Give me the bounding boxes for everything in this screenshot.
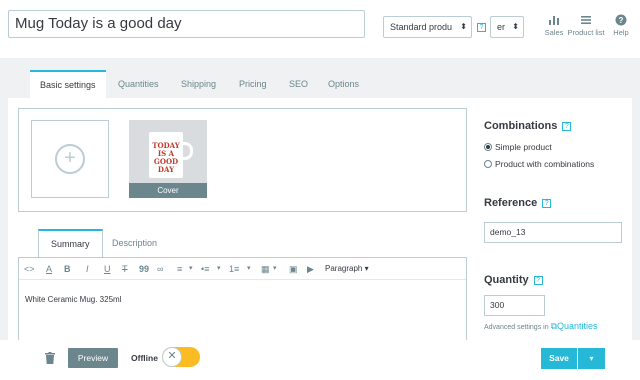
- trash-icon[interactable]: [45, 352, 55, 364]
- align-icon[interactable]: ≡: [177, 263, 182, 275]
- text-color-icon[interactable]: A: [46, 263, 52, 275]
- tab-seo[interactable]: SEO: [289, 70, 308, 98]
- help-button[interactable]: ? Help: [608, 14, 634, 37]
- radio-unselected-icon: [484, 160, 492, 168]
- simple-product-label: Simple product: [495, 142, 552, 152]
- reference-heading: Reference?: [484, 197, 552, 209]
- summary-text[interactable]: White Ceramic Mug. 325ml: [25, 295, 121, 304]
- chevron-down-icon[interactable]: ▾: [247, 263, 251, 275]
- quantity-title: Quantity: [484, 274, 529, 286]
- plus-icon: +: [55, 144, 85, 174]
- advanced-settings-note: Advanced settings in ⧉Quantities: [484, 321, 598, 332]
- editor-toolbar: <> A B I U T 99 ∞ ≡ ▾ •≡ ▾ 1≡ ▾ ▦ ▾ ▣ ▶ …: [19, 258, 466, 280]
- summary-editor[interactable]: <> A B I U T 99 ∞ ≡ ▾ •≡ ▾ 1≡ ▾ ▦ ▾ ▣ ▶ …: [18, 257, 467, 340]
- product-image-thumbnail[interactable]: TODAY IS A GOOD DAY Cover: [129, 120, 207, 198]
- select-arrows-icon: ⬍: [512, 22, 519, 31]
- list-icon: [581, 16, 591, 24]
- product-list-button[interactable]: Product list: [565, 14, 607, 37]
- combinations-heading: Combinations?: [484, 120, 572, 132]
- svg-text:?: ?: [619, 16, 624, 25]
- strikethrough-icon[interactable]: T: [122, 263, 128, 275]
- media-icon[interactable]: ▶: [307, 263, 314, 275]
- language-select[interactable]: er ⬍: [490, 16, 524, 38]
- close-icon: ✕: [162, 347, 182, 367]
- help-icon[interactable]: ?: [542, 199, 552, 208]
- combinations-product-radio[interactable]: Product with combinations: [484, 159, 594, 169]
- help-label: Help: [613, 28, 629, 37]
- chevron-down-icon[interactable]: ▾: [217, 263, 221, 275]
- select-arrows-icon: ⬍: [460, 22, 467, 31]
- quantities-link[interactable]: Quantities: [557, 321, 598, 331]
- combinations-title: Combinations: [484, 120, 558, 132]
- reference-title: Reference: [484, 197, 538, 209]
- cover-label: Cover: [129, 183, 207, 198]
- quantity-heading: Quantity?: [484, 274, 543, 286]
- header-bar: Mug Today is a good day Standard produ ⬍…: [0, 0, 640, 58]
- table-icon[interactable]: ▦: [261, 263, 270, 275]
- add-image-button[interactable]: +: [31, 120, 109, 198]
- help-icon[interactable]: ?: [533, 276, 543, 285]
- tab-description[interactable]: Description: [112, 229, 157, 257]
- preview-button[interactable]: Preview: [68, 348, 118, 368]
- tab-pricing[interactable]: Pricing: [239, 70, 267, 98]
- chevron-down-icon[interactable]: ▾: [189, 263, 193, 275]
- radio-selected-icon: [484, 143, 492, 151]
- help-icon[interactable]: ?: [562, 122, 572, 131]
- sales-button[interactable]: Sales: [541, 14, 567, 37]
- mug-print-text: TODAY IS A GOOD DAY: [152, 141, 180, 174]
- quantity-input[interactable]: 300: [484, 295, 545, 316]
- tab-options[interactable]: Options: [328, 70, 359, 98]
- offline-label: Offline: [131, 353, 158, 363]
- product-type-select[interactable]: Standard produ ⬍: [383, 16, 472, 38]
- language-value: er: [497, 22, 506, 32]
- combinations-product-label: Product with combinations: [495, 159, 595, 169]
- underline-icon[interactable]: U: [104, 263, 111, 275]
- save-button[interactable]: Save: [541, 348, 577, 369]
- numbered-list-icon[interactable]: 1≡: [229, 263, 239, 275]
- paragraph-format-select[interactable]: Paragraph ▾: [325, 263, 369, 275]
- advanced-settings-prefix: Advanced settings in: [484, 324, 549, 331]
- tab-summary[interactable]: Summary: [38, 229, 103, 258]
- tab-basic-settings[interactable]: Basic settings: [30, 70, 106, 99]
- link-icon[interactable]: ∞: [157, 263, 163, 275]
- chevron-down-icon[interactable]: ▾: [273, 263, 277, 275]
- simple-product-radio[interactable]: Simple product: [484, 142, 552, 152]
- help-icon[interactable]: ?: [477, 23, 486, 32]
- italic-icon[interactable]: I: [86, 263, 89, 275]
- source-code-icon[interactable]: <>: [24, 263, 35, 275]
- bullet-list-icon[interactable]: •≡: [201, 263, 209, 275]
- tab-shipping[interactable]: Shipping: [181, 70, 216, 98]
- help-circle-icon: ?: [615, 14, 627, 26]
- tab-quantities[interactable]: Quantities: [118, 70, 159, 98]
- product-name-input[interactable]: Mug Today is a good day: [8, 10, 365, 38]
- online-toggle[interactable]: ✕: [162, 347, 200, 367]
- bold-icon[interactable]: B: [64, 263, 71, 275]
- sales-label: Sales: [544, 28, 564, 37]
- reference-input[interactable]: demo_13: [484, 222, 622, 243]
- image-icon[interactable]: ▣: [289, 263, 298, 275]
- blockquote-icon[interactable]: 99: [139, 263, 149, 275]
- bar-chart-icon: [549, 16, 559, 25]
- product-type-value: Standard produ: [390, 22, 453, 32]
- product-list-label: Product list: [567, 28, 605, 37]
- save-options-dropdown[interactable]: ▾: [578, 348, 605, 369]
